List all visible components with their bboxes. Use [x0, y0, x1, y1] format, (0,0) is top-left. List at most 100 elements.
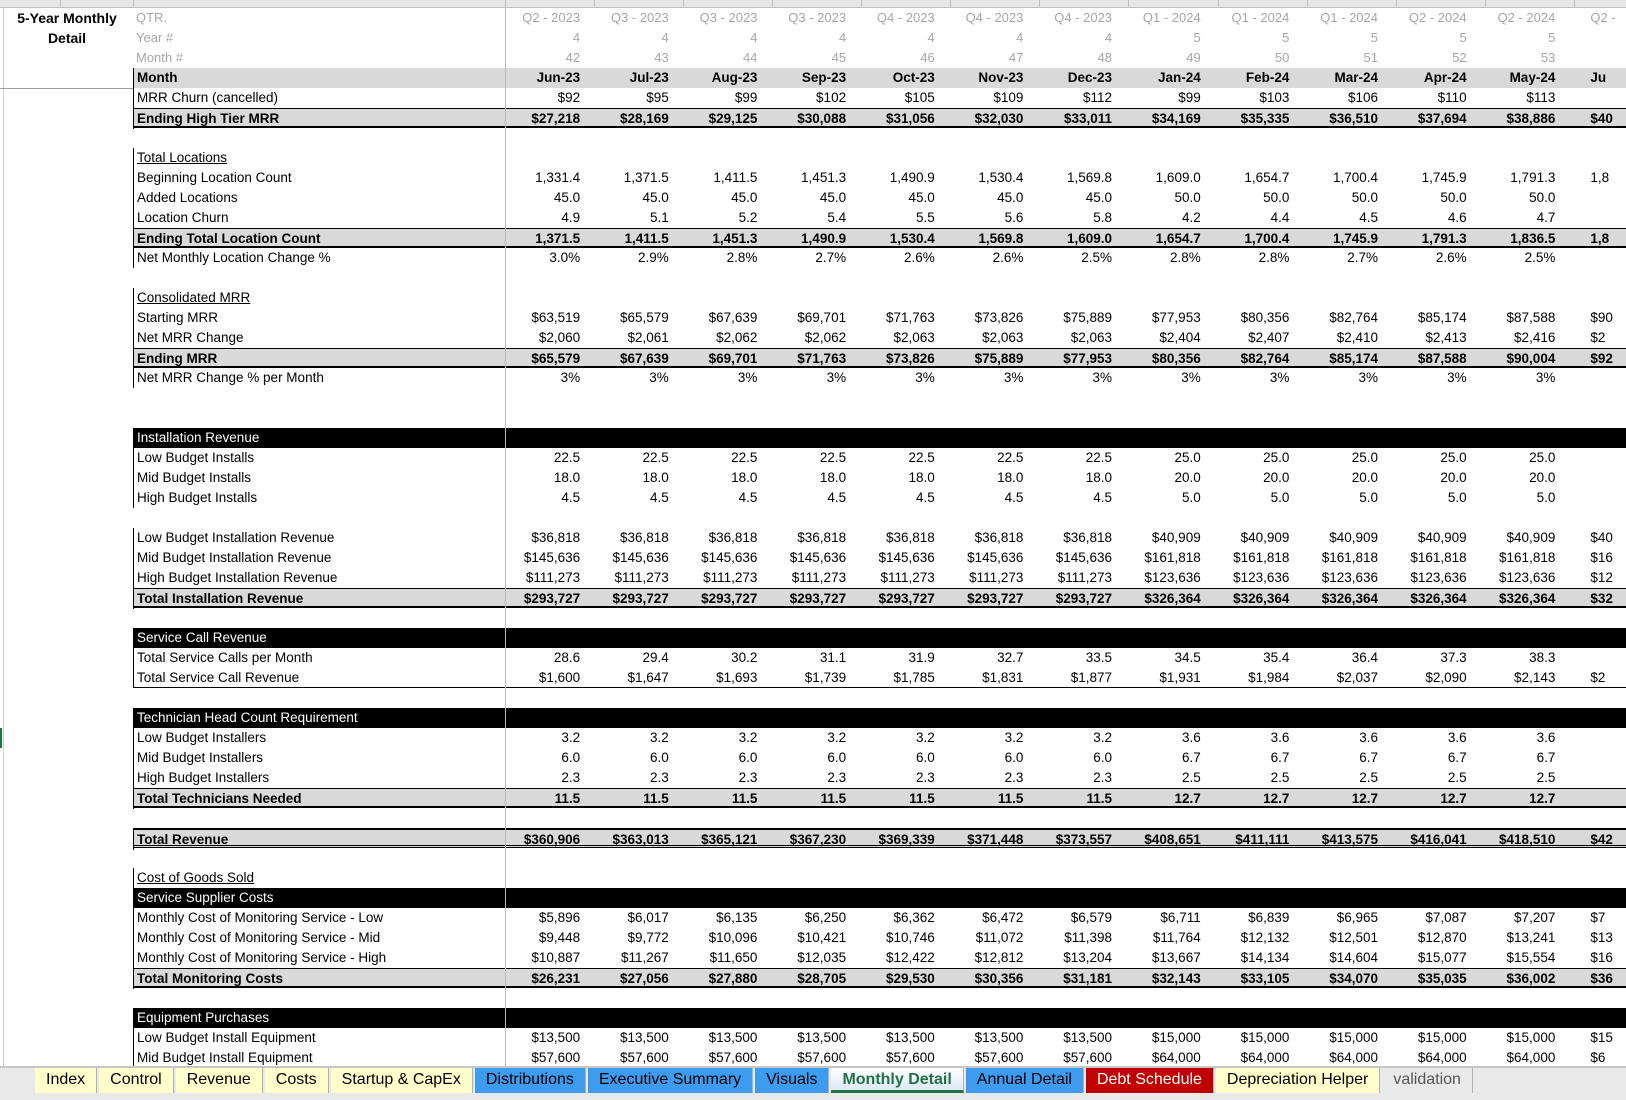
value-cell[interactable]: $57,600 [1034, 1048, 1123, 1066]
value-cell[interactable] [591, 428, 680, 448]
value-cell[interactable]: 6.7 [1212, 748, 1301, 768]
row-label[interactable]: Total Monitoring Costs [133, 969, 502, 989]
value-cell[interactable] [1034, 148, 1123, 168]
value-cell[interactable] [1389, 628, 1478, 648]
value-cell[interactable]: 5.8 [1034, 208, 1123, 228]
value-cell[interactable]: 11.5 [768, 789, 857, 809]
row-label[interactable]: Monthly Cost of Monitoring Service - Low [133, 908, 502, 928]
value-cell[interactable]: 3.2 [946, 728, 1035, 748]
row-label[interactable]: High Budget Installs [133, 488, 502, 508]
row-label[interactable]: Month [133, 68, 502, 88]
partial-value-cell[interactable]: $12 [1566, 568, 1626, 588]
row-label[interactable] [133, 688, 502, 708]
value-cell[interactable]: $145,636 [680, 548, 769, 568]
value-cell[interactable]: 28.6 [502, 648, 591, 668]
value-cell[interactable]: 25.0 [1123, 448, 1212, 468]
value-cell[interactable] [1123, 148, 1212, 168]
value-cell[interactable] [857, 268, 946, 288]
value-cell[interactable]: 11.5 [502, 789, 591, 809]
value-cell[interactable]: $1,931 [1123, 668, 1212, 688]
row-label[interactable]: Location Churn [133, 208, 502, 228]
value-cell[interactable]: 6.0 [591, 748, 680, 768]
value-cell[interactable]: $71,763 [857, 308, 946, 328]
value-cell[interactable]: 5 [1212, 28, 1301, 48]
value-cell[interactable]: 2.8% [1123, 248, 1212, 268]
value-cell[interactable]: 50.0 [1389, 188, 1478, 208]
value-cell[interactable]: 1,451.3 [680, 229, 769, 249]
value-cell[interactable] [1478, 808, 1567, 828]
row-label[interactable]: Ending MRR [133, 349, 502, 369]
value-cell[interactable] [857, 128, 946, 148]
value-cell[interactable]: Aug-23 [680, 68, 769, 88]
row-label[interactable]: Total Service Calls per Month [133, 648, 502, 668]
value-cell[interactable]: Q3 - 2023 [768, 8, 857, 28]
value-cell[interactable]: $67,639 [591, 349, 680, 369]
value-cell[interactable]: $369,339 [857, 830, 946, 850]
value-cell[interactable]: $365,121 [680, 830, 769, 850]
value-cell[interactable]: $145,636 [502, 548, 591, 568]
value-cell[interactable] [591, 608, 680, 628]
value-cell[interactable] [1034, 428, 1123, 448]
value-cell[interactable] [768, 508, 857, 528]
value-cell[interactable]: $15,000 [1478, 1028, 1567, 1048]
value-cell[interactable] [1123, 608, 1212, 628]
value-cell[interactable]: 1,791.3 [1389, 229, 1478, 249]
value-cell[interactable] [946, 1008, 1035, 1028]
value-cell[interactable]: Nov-23 [946, 68, 1035, 88]
partial-value-cell[interactable] [1566, 748, 1626, 768]
partial-value-cell[interactable] [1566, 988, 1626, 1008]
value-cell[interactable]: 2.8% [680, 248, 769, 268]
value-cell[interactable]: $111,273 [502, 568, 591, 588]
value-cell[interactable] [591, 508, 680, 528]
value-cell[interactable]: $35,035 [1389, 969, 1478, 989]
value-cell[interactable]: Jan-24 [1123, 68, 1212, 88]
value-cell[interactable]: 2.3 [680, 768, 769, 788]
value-cell[interactable]: 22.5 [1034, 448, 1123, 468]
value-cell[interactable]: $2,063 [946, 328, 1035, 348]
value-cell[interactable]: 18.0 [857, 468, 946, 488]
value-cell[interactable]: 1,411.5 [591, 229, 680, 249]
partial-value-cell[interactable] [1566, 688, 1626, 708]
value-cell[interactable]: $2,063 [1034, 328, 1123, 348]
value-cell[interactable] [502, 808, 591, 828]
value-cell[interactable]: $69,701 [680, 349, 769, 369]
value-cell[interactable]: 51 [1300, 48, 1389, 68]
value-cell[interactable] [591, 288, 680, 308]
value-cell[interactable]: 11.5 [680, 789, 769, 809]
value-cell[interactable] [857, 868, 946, 888]
value-cell[interactable] [502, 408, 591, 428]
value-cell[interactable] [502, 848, 591, 868]
value-cell[interactable] [1212, 688, 1301, 708]
value-cell[interactable]: $15,554 [1478, 948, 1567, 968]
value-cell[interactable]: $360,906 [502, 830, 591, 850]
value-cell[interactable]: 45 [768, 48, 857, 68]
value-cell[interactable]: 5.4 [768, 208, 857, 228]
value-cell[interactable]: 22.5 [768, 448, 857, 468]
value-cell[interactable]: $36,818 [857, 528, 946, 548]
value-cell[interactable] [1123, 808, 1212, 828]
value-cell[interactable]: 2.6% [946, 248, 1035, 268]
value-cell[interactable]: $31,181 [1034, 969, 1123, 989]
value-cell[interactable]: $111,273 [591, 568, 680, 588]
partial-value-cell[interactable] [1566, 88, 1626, 108]
value-cell[interactable]: $293,727 [1034, 589, 1123, 609]
value-cell[interactable]: $161,818 [1389, 548, 1478, 568]
partial-value-cell[interactable]: $40 [1566, 109, 1626, 129]
value-cell[interactable]: Q1 - 2024 [1300, 8, 1389, 28]
value-cell[interactable]: $36,818 [946, 528, 1035, 548]
partial-value-cell[interactable]: $15 [1566, 1028, 1626, 1048]
value-cell[interactable] [857, 288, 946, 308]
value-cell[interactable] [680, 808, 769, 828]
value-cell[interactable]: $85,174 [1300, 349, 1389, 369]
value-cell[interactable] [591, 1008, 680, 1028]
partial-value-cell[interactable]: $36 [1566, 969, 1626, 989]
value-cell[interactable]: $36,818 [1034, 528, 1123, 548]
value-cell[interactable]: $293,727 [946, 589, 1035, 609]
value-cell[interactable]: Q4 - 2023 [857, 8, 946, 28]
value-cell[interactable]: $77,953 [1034, 349, 1123, 369]
value-cell[interactable]: 25.0 [1300, 448, 1389, 468]
partial-value-cell[interactable]: $16 [1566, 948, 1626, 968]
value-cell[interactable] [768, 628, 857, 648]
value-cell[interactable]: $111,273 [680, 568, 769, 588]
value-cell[interactable] [1034, 388, 1123, 408]
